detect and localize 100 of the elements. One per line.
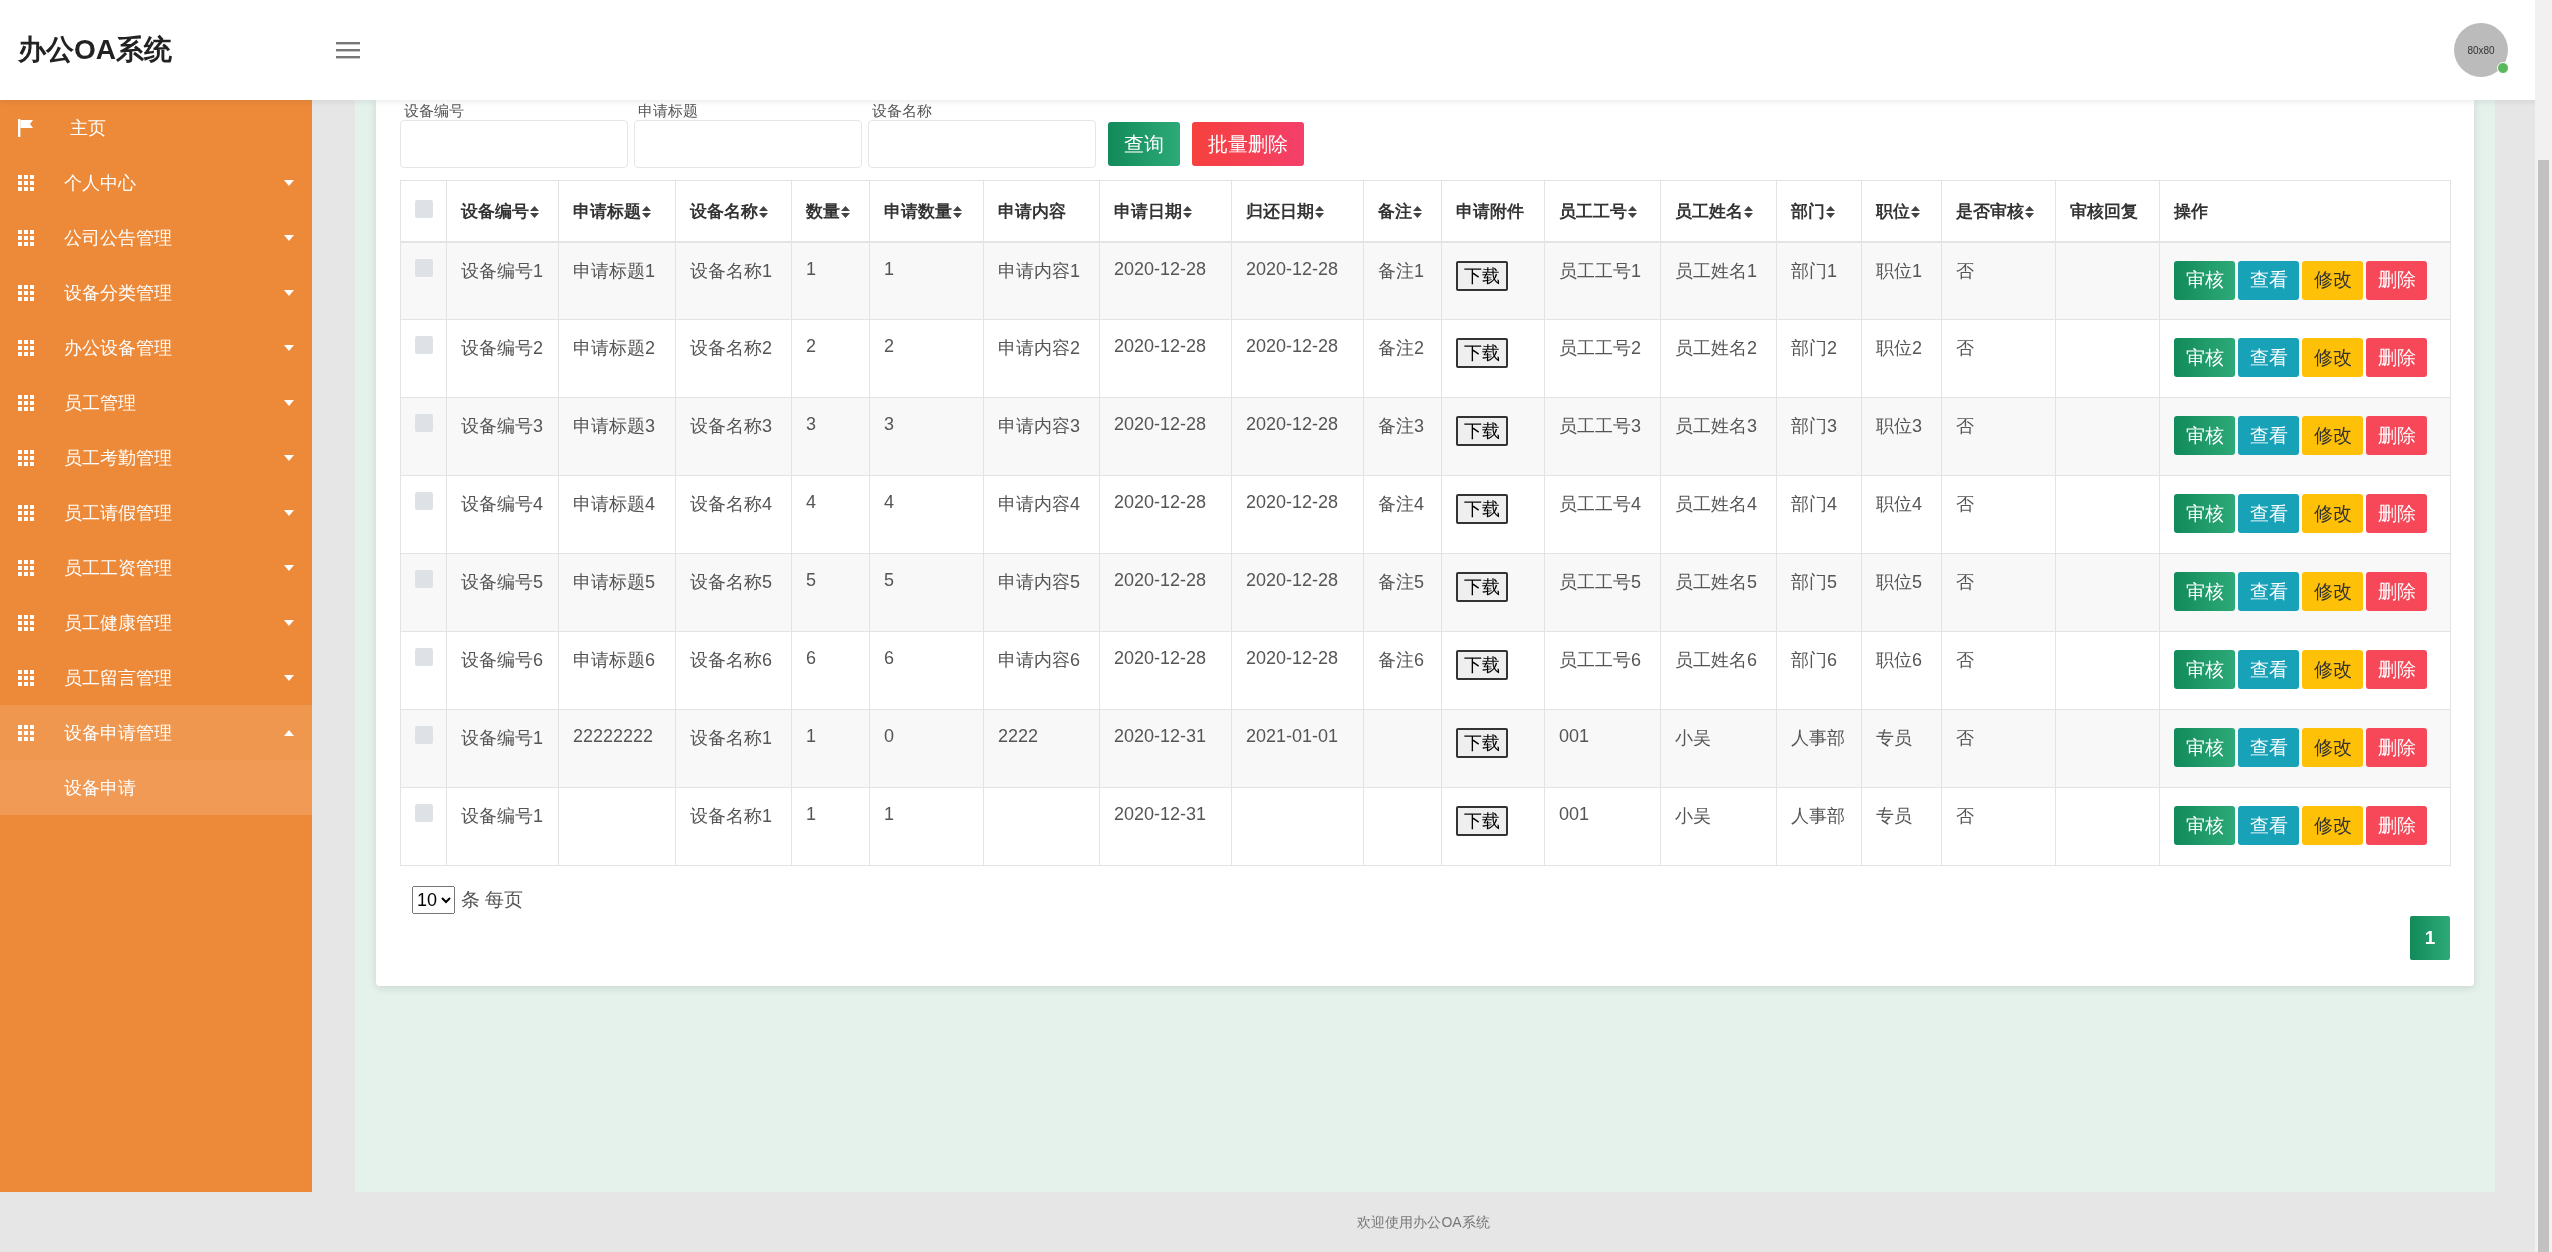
review-button[interactable]: 审核 — [2174, 806, 2235, 845]
review-button[interactable]: 审核 — [2174, 416, 2235, 455]
menu-icon[interactable] — [336, 41, 360, 59]
grid-icon — [18, 174, 34, 191]
row-checkbox[interactable] — [415, 570, 433, 588]
search-field[interactable] — [868, 120, 1096, 168]
table-cell: 部门5 — [1776, 553, 1862, 632]
column-header: 审核回复 — [2055, 180, 2160, 242]
delete-button[interactable]: 删除 — [2366, 260, 2427, 300]
sidebar-item[interactable]: 员工考勤管理 — [0, 430, 312, 485]
review-button[interactable]: 审核 — [2174, 260, 2235, 300]
download-button[interactable]: 下载 — [1456, 416, 1508, 446]
sidebar-item[interactable]: 公司公告管理 — [0, 210, 312, 265]
edit-button[interactable]: 修改 — [2302, 728, 2363, 767]
edit-button[interactable]: 修改 — [2302, 494, 2363, 533]
view-button[interactable]: 查看 — [2238, 728, 2299, 767]
grid-icon — [18, 504, 34, 521]
review-button[interactable]: 审核 — [2174, 728, 2235, 767]
column-header[interactable]: 部门 — [1776, 180, 1862, 242]
delete-button[interactable]: 删除 — [2366, 338, 2427, 377]
caret-icon — [284, 344, 294, 351]
table-cell: 否 — [1941, 397, 2056, 476]
page-size-select[interactable]: 10 — [412, 886, 455, 914]
edit-button[interactable]: 修改 — [2302, 572, 2363, 611]
sidebar-item[interactable]: 设备申请管理 — [0, 705, 312, 760]
page-button[interactable]: 1 — [2410, 916, 2450, 960]
sidebar-item[interactable]: 个人中心 — [0, 155, 312, 210]
view-button[interactable]: 查看 — [2238, 494, 2299, 533]
table-cell: 部门2 — [1776, 319, 1862, 398]
table-cell: 申请内容3 — [983, 397, 1100, 476]
table-cell: 设备编号1 — [446, 241, 559, 320]
download-button[interactable]: 下载 — [1456, 728, 1508, 758]
view-button[interactable]: 查看 — [2238, 338, 2299, 377]
row-checkbox[interactable] — [415, 258, 433, 277]
sidebar-item[interactable]: 员工留言管理 — [0, 650, 312, 705]
search-button[interactable]: 查询 — [1108, 122, 1180, 166]
caret-icon — [284, 674, 294, 681]
view-button[interactable]: 查看 — [2238, 572, 2299, 611]
download-button[interactable]: 下载 — [1456, 572, 1508, 602]
review-button[interactable]: 审核 — [2174, 650, 2235, 689]
delete-button[interactable]: 删除 — [2366, 806, 2427, 845]
column-header[interactable]: 设备名称 — [675, 180, 792, 242]
delete-button[interactable]: 删除 — [2366, 650, 2427, 689]
sidebar-item[interactable]: 员工管理 — [0, 375, 312, 430]
row-checkbox[interactable] — [415, 648, 433, 666]
row-checkbox[interactable] — [415, 336, 433, 354]
delete-button[interactable]: 删除 — [2366, 494, 2427, 533]
select-all-checkbox[interactable] — [415, 200, 433, 218]
search-field[interactable] — [634, 120, 862, 168]
download-button[interactable]: 下载 — [1456, 260, 1508, 291]
sidebar-subitem[interactable]: 设备申请 — [0, 760, 312, 815]
edit-button[interactable]: 修改 — [2302, 806, 2363, 845]
avatar[interactable]: 80x80 — [2454, 23, 2508, 77]
table-cell: 2020-12-28 — [1231, 475, 1364, 554]
table-cell: 申请标题6 — [558, 631, 676, 710]
view-button[interactable]: 查看 — [2238, 650, 2299, 689]
view-button[interactable]: 查看 — [2238, 260, 2299, 300]
review-button[interactable]: 审核 — [2174, 572, 2235, 611]
column-header[interactable]: 申请标题 — [558, 180, 676, 242]
sidebar-item[interactable]: 员工健康管理 — [0, 595, 312, 650]
download-button[interactable]: 下载 — [1456, 494, 1508, 524]
column-header[interactable]: 设备编号 — [446, 180, 559, 242]
row-checkbox[interactable] — [415, 492, 433, 510]
scroll-bar[interactable] — [2535, 0, 2552, 1252]
edit-button[interactable]: 修改 — [2302, 650, 2363, 689]
column-header[interactable]: 申请日期 — [1099, 180, 1232, 242]
column-header[interactable]: 归还日期 — [1231, 180, 1364, 242]
sidebar-item[interactable]: 办公设备管理 — [0, 320, 312, 375]
column-header[interactable]: 申请数量 — [869, 180, 984, 242]
delete-button[interactable]: 删除 — [2366, 416, 2427, 455]
sidebar-item[interactable]: 员工工资管理 — [0, 540, 312, 595]
review-button[interactable]: 审核 — [2174, 494, 2235, 533]
search-field[interactable] — [400, 120, 628, 168]
sidebar-item[interactable]: 设备分类管理 — [0, 265, 312, 320]
batch-delete-button[interactable]: 批量删除 — [1192, 122, 1304, 166]
column-header[interactable]: 数量 — [791, 180, 870, 242]
download-button[interactable]: 下载 — [1456, 650, 1508, 680]
view-button[interactable]: 查看 — [2238, 416, 2299, 455]
table-cell: 专员 — [1861, 787, 1942, 866]
column-header[interactable]: 是否审核 — [1941, 180, 2056, 242]
column-header[interactable]: 员工工号 — [1544, 180, 1661, 242]
edit-button[interactable]: 修改 — [2302, 338, 2363, 377]
row-checkbox[interactable] — [415, 414, 433, 432]
edit-button[interactable]: 修改 — [2302, 416, 2363, 455]
download-button[interactable]: 下载 — [1456, 338, 1508, 368]
table-cell: 否 — [1941, 475, 2056, 554]
column-header[interactable]: 备注 — [1363, 180, 1442, 242]
sidebar-item[interactable]: 主页 — [0, 100, 312, 155]
edit-button[interactable]: 修改 — [2302, 260, 2363, 300]
view-button[interactable]: 查看 — [2238, 806, 2299, 845]
delete-button[interactable]: 删除 — [2366, 728, 2427, 767]
table-cell: 22222222 — [558, 709, 676, 788]
column-header[interactable]: 员工姓名 — [1660, 180, 1777, 242]
sidebar-item[interactable]: 员工请假管理 — [0, 485, 312, 540]
delete-button[interactable]: 删除 — [2366, 572, 2427, 611]
review-button[interactable]: 审核 — [2174, 338, 2235, 377]
column-header[interactable]: 职位 — [1861, 180, 1942, 242]
row-checkbox[interactable] — [415, 804, 433, 822]
row-checkbox[interactable] — [415, 726, 433, 744]
download-button[interactable]: 下载 — [1456, 806, 1508, 836]
